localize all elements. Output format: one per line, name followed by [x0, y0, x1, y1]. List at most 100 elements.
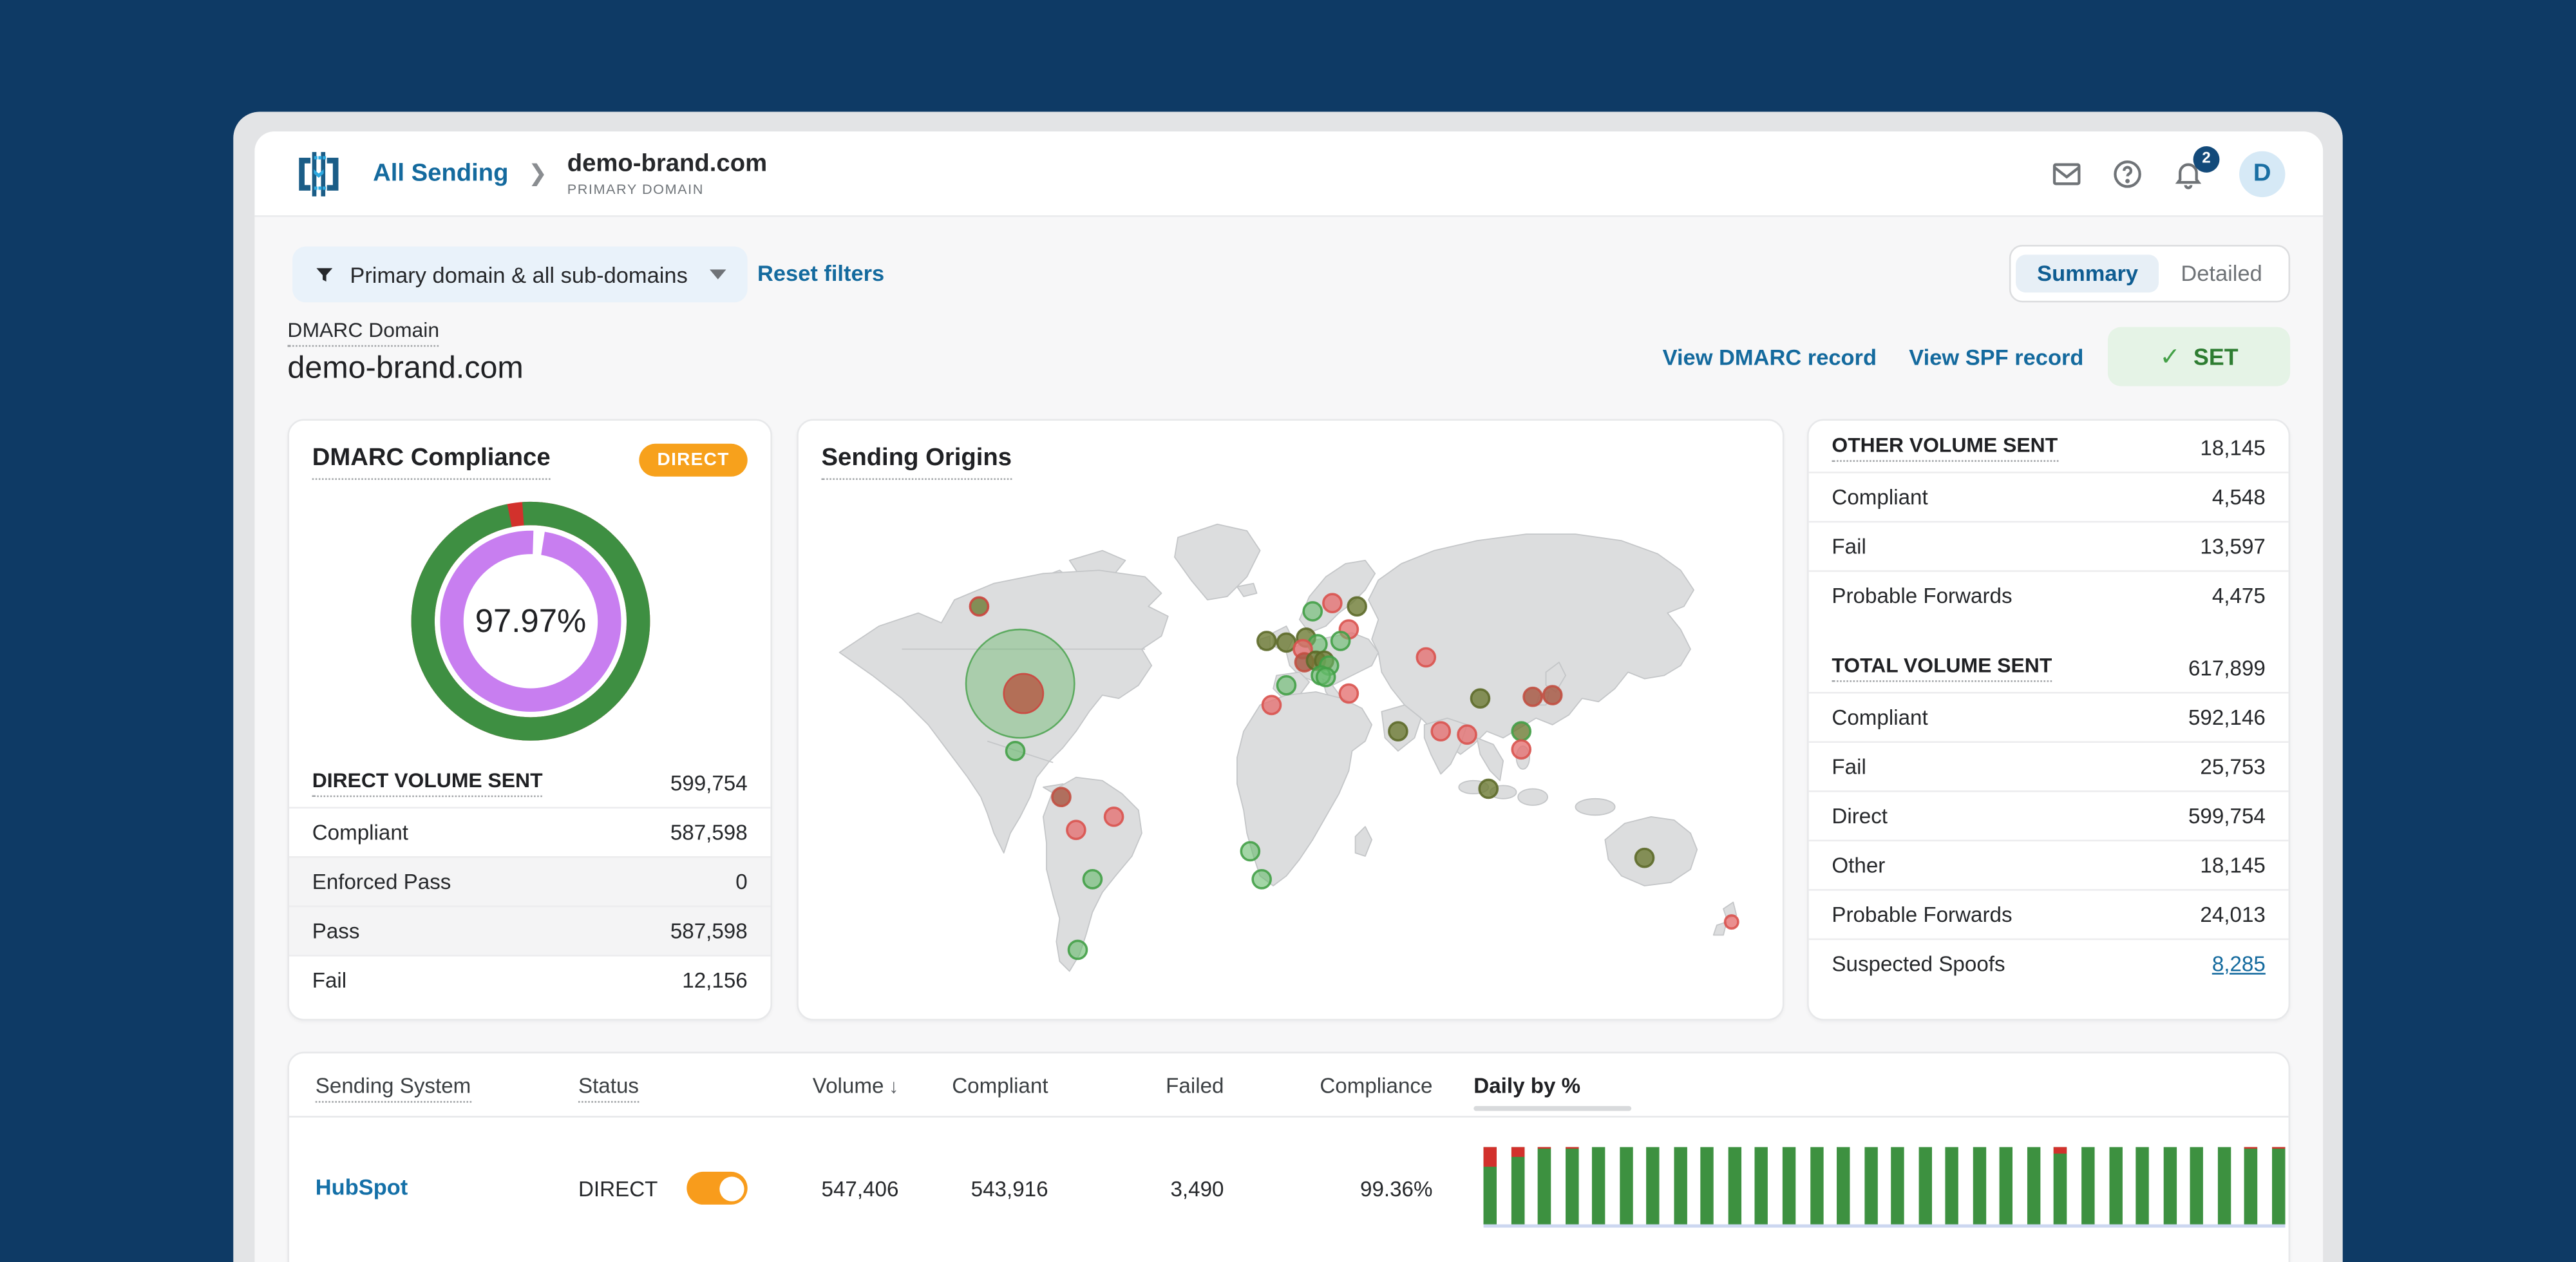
- daily-bar: [2136, 1147, 2150, 1225]
- col-sending-system[interactable]: Sending System: [315, 1073, 471, 1103]
- daily-bar: [1891, 1147, 1905, 1225]
- dmarc-set-status[interactable]: ✓ SET: [2107, 327, 2291, 387]
- stat-row: Probable Forwards 4,475: [1808, 570, 2289, 620]
- primary-domain-label: PRIMARY DOMAIN: [567, 180, 704, 196]
- avatar[interactable]: D: [2239, 150, 2286, 196]
- col-failed[interactable]: Failed: [1076, 1073, 1224, 1098]
- daily-bar: [1973, 1147, 1986, 1225]
- domain-scope-filter[interactable]: Primary domain & all sub-domains: [292, 246, 747, 303]
- origin-dot: [1005, 740, 1026, 761]
- bell-icon[interactable]: 2: [2172, 145, 2220, 190]
- breadcrumb-chevron-icon: ❯: [528, 159, 548, 186]
- stat-row: Probable Forwards 24,013: [1808, 889, 2289, 939]
- origin-dot: [969, 596, 990, 617]
- help-icon[interactable]: [2111, 157, 2144, 190]
- col-compliance[interactable]: Compliance: [1268, 1073, 1432, 1098]
- mail-icon[interactable]: [2050, 157, 2083, 190]
- stat-row: Compliant 592,146: [1808, 691, 2289, 741]
- compliance-stats-rows: Compliant 587,598 Enforced Pass 0 Pass 587,59…: [289, 807, 771, 1004]
- direct-volume-header: DIRECT VOLUME SENT 599,754: [289, 756, 770, 807]
- origin-dot: [1261, 694, 1282, 716]
- dmarc-domain-label: DMARC Domain: [287, 319, 440, 347]
- reset-filters-link[interactable]: Reset filters: [757, 262, 884, 286]
- origin-dot: [1330, 631, 1351, 651]
- dmarc-compliance-card: DMARC Compliance DIRECT 97.97% DIRECT VO…: [287, 419, 772, 1021]
- origin-dot: [1511, 739, 1532, 760]
- tab-summary[interactable]: Summary: [2015, 254, 2160, 293]
- direct-badge: DIRECT: [639, 443, 748, 477]
- daily-bar: [1619, 1147, 1633, 1225]
- origin-dot: [1302, 601, 1323, 622]
- daily-bar: [1810, 1147, 1823, 1225]
- daily-bar: [2027, 1147, 2041, 1225]
- stat-row: Suspected Spoofs 8,285: [1808, 938, 2289, 988]
- view-dmarc-record-link[interactable]: View DMARC record: [1663, 345, 1877, 370]
- compliance-donut-chart: 97.97%: [289, 493, 770, 756]
- app-window: All Sending ❯ demo-brand.com PRIMARY DOM…: [254, 131, 2324, 1262]
- stat-row: Pass 587,598: [289, 905, 771, 955]
- daily-bar: [1755, 1147, 1769, 1225]
- daily-bar: [2000, 1147, 2013, 1225]
- daily-bar: [1483, 1147, 1497, 1225]
- app-window-frame: All Sending ❯ demo-brand.com PRIMARY DOM…: [233, 111, 2343, 1262]
- volume-value: 547,406: [821, 1176, 899, 1201]
- screenshot-stage: All Sending ❯ demo-brand.com PRIMARY DOM…: [0, 0, 2576, 1262]
- col-daily-by-pct[interactable]: Daily by %: [1473, 1073, 1580, 1098]
- daily-bar: [1510, 1147, 1524, 1225]
- origin-dot: [1082, 868, 1103, 890]
- top-header: All Sending ❯ demo-brand.com PRIMARY DOM…: [254, 131, 2324, 217]
- daily-bar: [2217, 1147, 2231, 1225]
- header-actions: 2 D: [2050, 145, 2286, 196]
- donut-center-label: 97.97%: [475, 602, 587, 639]
- col-status[interactable]: Status: [578, 1073, 639, 1103]
- tab-detailed[interactable]: Detailed: [2159, 254, 2284, 292]
- origin-dot: [1051, 787, 1072, 808]
- world-map[interactable]: [823, 495, 1759, 1008]
- stat-row: Direct 599,754: [1808, 790, 2289, 840]
- origin-dot: [1066, 819, 1086, 841]
- suspected-spoofs-link[interactable]: 8,285: [2212, 951, 2266, 976]
- origin-dot: [1634, 847, 1655, 868]
- daily-bar: [1537, 1147, 1551, 1225]
- stat-row: Fail 12,156: [289, 955, 771, 1004]
- origin-dot: [1478, 778, 1499, 799]
- origin-dot: [1416, 647, 1437, 668]
- origin-dot: [1511, 721, 1532, 742]
- status-toggle[interactable]: [687, 1171, 748, 1205]
- daily-bar: [1918, 1147, 1932, 1225]
- daily-scrollbar[interactable]: [1473, 1105, 1632, 1111]
- daily-bar: [1946, 1147, 1959, 1225]
- summary-detailed-toggle: Summary Detailed: [2009, 245, 2291, 303]
- chevron-down-icon: [709, 269, 726, 280]
- origin-dot: [1338, 683, 1359, 704]
- origins-card-title: Sending Origins: [821, 443, 1012, 480]
- us-fail-bubble: [1003, 673, 1045, 714]
- page-body: Primary domain & all sub-domains Reset f…: [254, 217, 2323, 1262]
- origin-dot: [1240, 841, 1261, 862]
- origin-dot: [1470, 688, 1491, 709]
- scope-filter-label: Primary domain & all sub-domains: [350, 262, 688, 287]
- sending-systems-table: Sending System Status Volume ↓ Compliant …: [287, 1051, 2291, 1262]
- compliance-value: 99.36%: [1360, 1176, 1433, 1201]
- daily-bar: [1782, 1147, 1796, 1225]
- origin-dot: [1723, 914, 1739, 930]
- daily-compliance-bar-chart[interactable]: [1483, 1147, 2286, 1225]
- breadcrumb-all-sending[interactable]: All Sending: [373, 159, 508, 187]
- stat-row: Other 18,145: [1808, 839, 2289, 890]
- col-volume-sort[interactable]: Volume ↓: [749, 1073, 899, 1098]
- origin-dot: [1103, 807, 1124, 827]
- status-value: DIRECT: [578, 1176, 658, 1201]
- daily-bar: [1728, 1147, 1741, 1225]
- dmarc-domain-name: demo-brand.com: [287, 351, 524, 387]
- col-compliant[interactable]: Compliant: [900, 1073, 1048, 1098]
- table-header-row: Sending System Status Volume ↓ Compliant …: [289, 1053, 2289, 1118]
- breadcrumb-domain: demo-brand.com: [567, 148, 768, 177]
- view-spf-record-link[interactable]: View SPF record: [1909, 345, 2083, 370]
- daily-bar: [2163, 1147, 2177, 1225]
- origin-dot: [1347, 596, 1367, 617]
- dmarcian-logo[interactable]: [292, 147, 345, 200]
- daily-bar: [1837, 1147, 1850, 1225]
- sending-system-link[interactable]: HubSpot: [316, 1175, 408, 1200]
- daily-bar: [1701, 1147, 1714, 1225]
- stat-row: Fail 25,753: [1808, 741, 2289, 791]
